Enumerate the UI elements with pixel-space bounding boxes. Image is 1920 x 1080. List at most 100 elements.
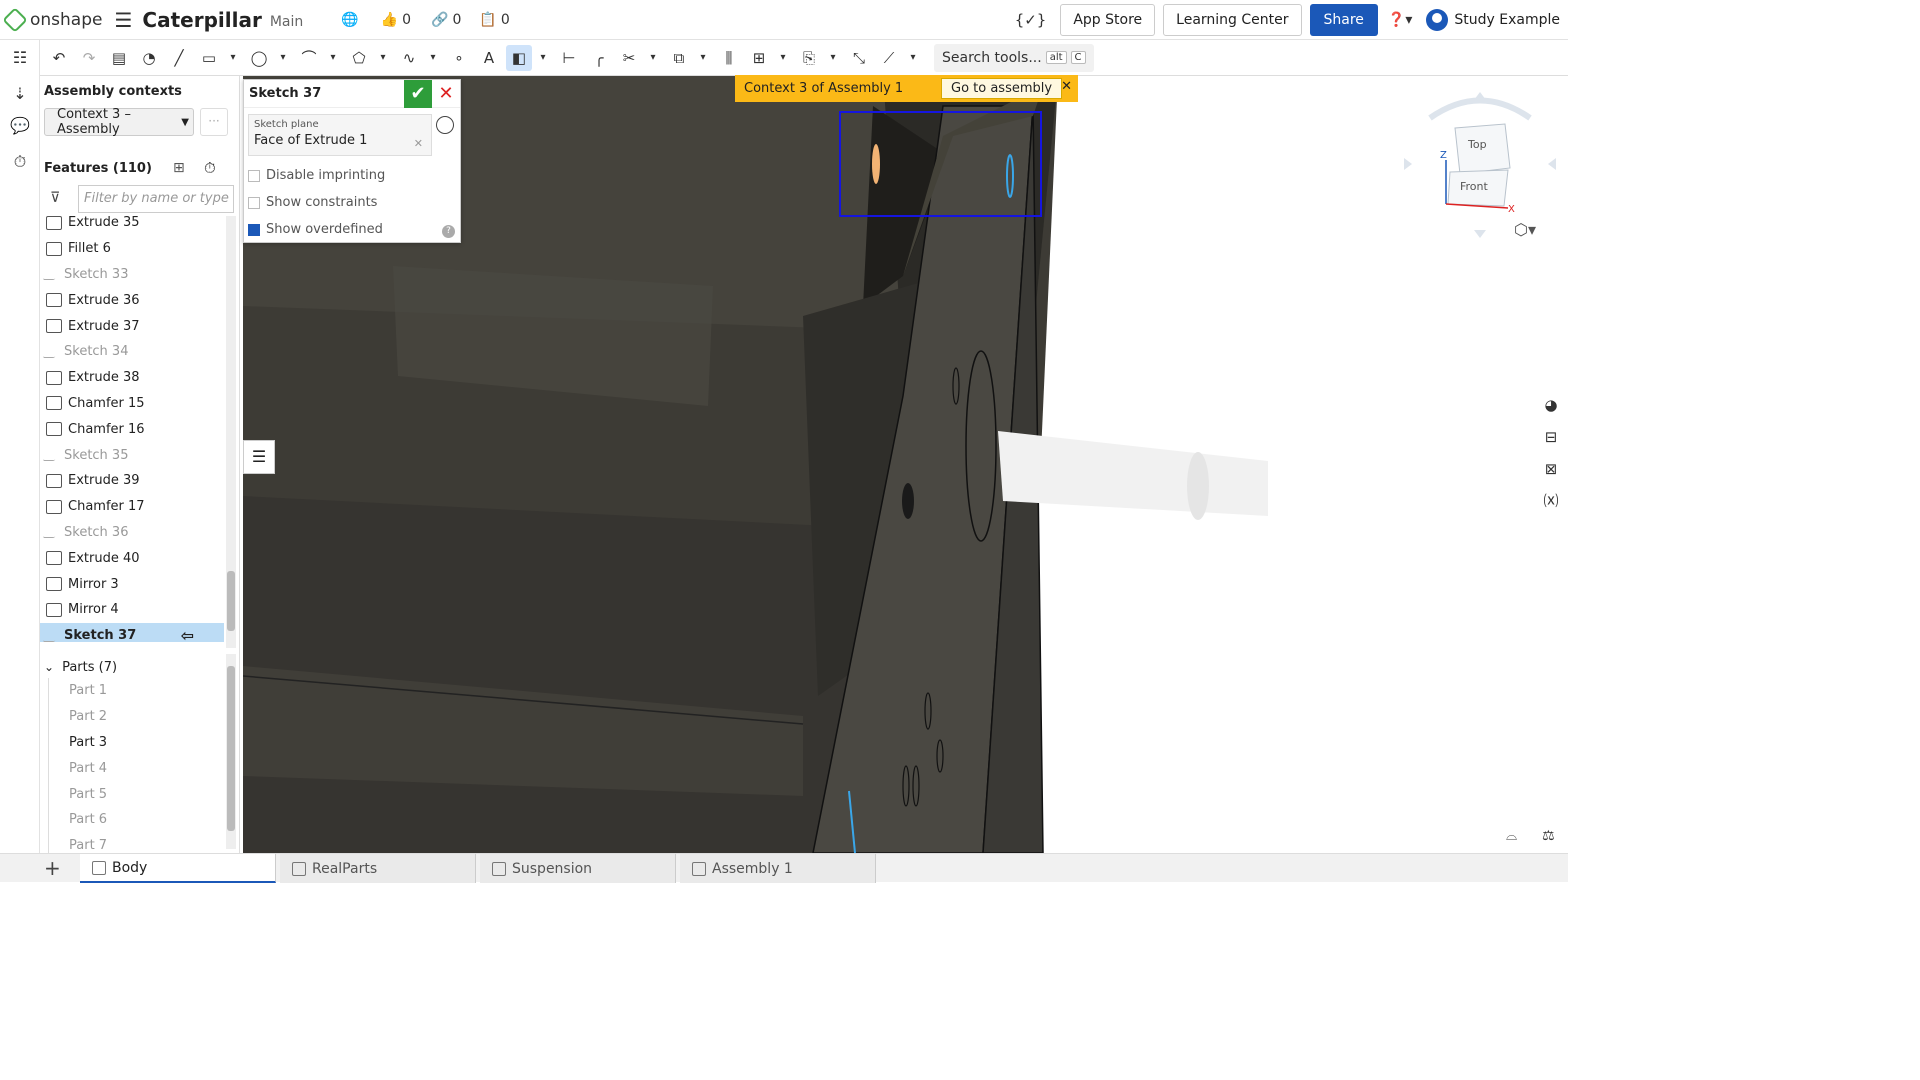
feature-item[interactable]: Extrude 36	[40, 287, 224, 313]
view-cube[interactable]: Top Front Z X ⬡▾	[1400, 88, 1560, 248]
feature-item[interactable]: Sketch 35	[40, 442, 224, 468]
sketch-plane-field[interactable]: Sketch plane Face of Extrude 1 ✕	[248, 114, 432, 156]
feature-item[interactable]: Extrude 40	[40, 545, 224, 571]
spline-icon[interactable]: ∿	[396, 45, 422, 71]
cancel-x-icon[interactable]: ✕	[432, 80, 460, 108]
feature-item[interactable]: Mirror 3	[40, 571, 224, 597]
feature-item[interactable]: Chamfer 17	[40, 494, 224, 520]
show-constraints-checkbox[interactable]: Show constraints	[248, 195, 377, 210]
comments-icon[interactable]: 💬	[10, 116, 30, 136]
feature-item[interactable]: Mirror 4	[40, 597, 224, 623]
feature-item[interactable]: Sketch 33	[40, 262, 224, 288]
fillet-icon[interactable]: ╭	[586, 45, 612, 71]
tab-body[interactable]: Body	[80, 854, 276, 883]
onshape-logo[interactable]: onshape	[2, 6, 102, 33]
filter-icon[interactable]: ⊽	[50, 190, 60, 206]
transform-icon[interactable]: ⤡	[846, 45, 872, 71]
feature-item[interactable]: Sketch 34	[40, 339, 224, 365]
scrollbar-thumb[interactable]	[227, 571, 235, 631]
help-icon[interactable]: ❓▾	[1388, 12, 1412, 28]
offset-icon[interactable]: ⧉	[666, 45, 692, 71]
pattern-icon[interactable]: ⊞	[746, 45, 772, 71]
chevron-down-icon[interactable]: ▾	[226, 45, 240, 71]
close-icon[interactable]: ✕	[1061, 79, 1072, 94]
feature-item[interactable]: Sketch 37 ⇦	[40, 622, 224, 642]
polygon-icon[interactable]: ⬠	[346, 45, 372, 71]
new-folder-icon[interactable]: ⊞	[173, 160, 185, 176]
redo-icon[interactable]: ↷	[76, 45, 102, 71]
clipboard-icon[interactable]: ▤	[106, 45, 132, 71]
constraint-icon[interactable]: ⟋	[876, 45, 902, 71]
chevron-down-icon[interactable]: ▾	[276, 45, 290, 71]
feature-item[interactable]: Fillet 6	[40, 236, 224, 262]
feature-item[interactable]: Extrude 39	[40, 468, 224, 494]
like-button[interactable]: 👍 0	[381, 12, 411, 28]
featurescript-icon[interactable]: {✓}	[1015, 11, 1047, 29]
appearance-icon[interactable]: ◕	[1536, 390, 1566, 420]
chevron-down-icon[interactable]: ▾	[426, 45, 440, 71]
globe-icon[interactable]: 🌐	[341, 12, 358, 28]
configurations-icon[interactable]: ⊟	[1536, 422, 1566, 452]
undo-icon[interactable]: ↶	[46, 45, 72, 71]
rectangle-icon[interactable]: ▭	[196, 45, 222, 71]
part-item[interactable]: Part 4	[48, 755, 224, 782]
part-item[interactable]: Part 1	[48, 678, 224, 704]
feature-list-scrollbar[interactable]	[226, 216, 236, 648]
view-cube-top[interactable]: Top	[1468, 138, 1487, 151]
copies-button[interactable]: 📋 0	[479, 12, 509, 28]
clear-icon[interactable]: ✕	[414, 137, 423, 150]
circle-icon[interactable]: ◯	[246, 45, 272, 71]
history-icon[interactable]: ⏱	[10, 152, 30, 172]
help-icon[interactable]: ?	[442, 225, 455, 238]
mirror-icon[interactable]: ⫼	[716, 45, 742, 71]
feature-item[interactable]: Chamfer 15	[40, 391, 224, 417]
dxf-import-icon[interactable]: ⎘	[796, 45, 822, 71]
tab-assembly-1[interactable]: Assembly 1	[680, 854, 876, 883]
variables-icon[interactable]: ⊠	[1536, 454, 1566, 484]
chevron-down-icon[interactable]: ▾	[376, 45, 390, 71]
chevron-down-icon[interactable]: ▾	[906, 45, 920, 71]
parts-list-scrollbar[interactable]	[226, 654, 236, 849]
view-options-icon[interactable]: ⬡▾	[1514, 220, 1536, 239]
point-icon[interactable]: ∘	[446, 45, 472, 71]
share-button[interactable]: Share	[1309, 4, 1378, 36]
part-item[interactable]: Part 6	[48, 806, 224, 833]
rollback-bar-icon[interactable]: ⇦	[181, 626, 194, 642]
learning-center-button[interactable]: Learning Center	[1163, 4, 1302, 36]
show-overdefined-checkbox[interactable]: Show overdefined	[248, 222, 383, 237]
part-item[interactable]: Part 5	[48, 781, 224, 807]
context-select[interactable]: Context 3 – Assembly ▼	[44, 107, 194, 137]
chevron-down-icon[interactable]: ▾	[776, 45, 790, 71]
construction-icon[interactable]: ◧	[506, 44, 532, 71]
disable-imprinting-checkbox[interactable]: Disable imprinting	[248, 168, 385, 183]
search-tools-button[interactable]: Search tools... alt C	[934, 43, 1094, 72]
feature-list-icon[interactable]: ☷	[10, 48, 30, 68]
chevron-down-icon[interactable]: ▾	[826, 45, 840, 71]
part-item[interactable]: Part 2	[48, 703, 224, 730]
feature-item[interactable]: Extrude 37	[40, 313, 224, 339]
line-icon[interactable]: ╱	[166, 45, 192, 71]
history-icon[interactable]	[436, 116, 454, 134]
feature-filter-input[interactable]: Filter by name or type	[78, 185, 234, 213]
chevron-down-icon[interactable]: ▾	[696, 45, 710, 71]
menu-icon[interactable]: ☰	[114, 8, 132, 32]
view-cube-front[interactable]: Front	[1460, 180, 1488, 193]
copy-sketch-icon[interactable]: ◔	[136, 45, 162, 71]
custom-table-icon[interactable]: ⒳	[1536, 486, 1566, 516]
feature-item[interactable]: Sketch 36	[40, 520, 224, 546]
measure-icon[interactable]: ⌓	[1506, 828, 1517, 844]
add-tab-icon[interactable]: +	[44, 856, 61, 880]
go-to-assembly-button[interactable]: Go to assembly	[941, 78, 1063, 99]
chevron-down-icon[interactable]: ▾	[536, 45, 550, 71]
scrollbar-thumb[interactable]	[227, 666, 235, 831]
tab-realparts[interactable]: RealParts	[280, 854, 476, 883]
feature-item[interactable]: Chamfer 16	[40, 416, 224, 442]
user-menu[interactable]: Study Example	[1426, 9, 1560, 31]
mass-properties-icon[interactable]: ⚖	[1542, 828, 1555, 844]
arc-icon[interactable]: ⌒	[296, 45, 322, 71]
dimension-icon[interactable]: ⊢	[556, 45, 582, 71]
list-toggle-icon[interactable]: ☰	[243, 440, 275, 474]
part-item[interactable]: Part 3	[48, 729, 224, 756]
parts-header[interactable]: ⌄ Parts (7)	[40, 656, 224, 678]
links-button[interactable]: 🔗 0	[431, 12, 461, 28]
